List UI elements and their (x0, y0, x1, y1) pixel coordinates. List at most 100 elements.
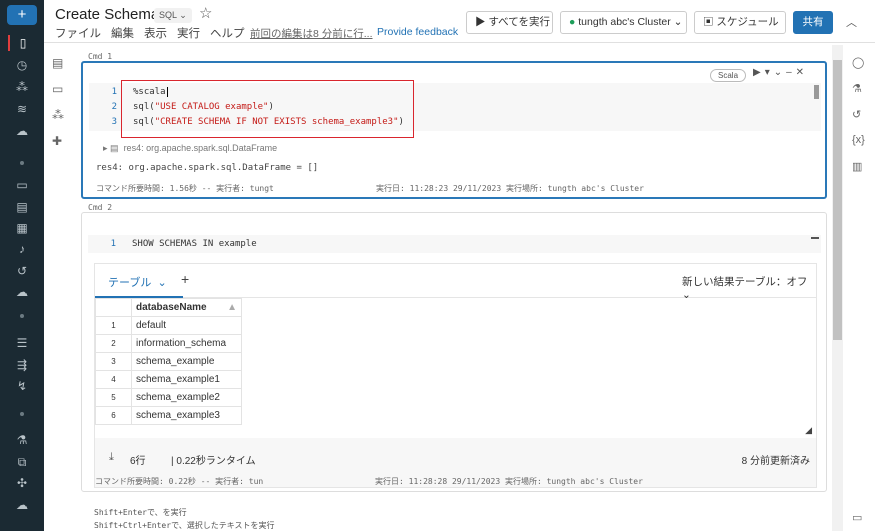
updated-time: 8 分前更新済み (741, 456, 810, 467)
sort-icon[interactable]: ▲ (227, 302, 237, 313)
table-row: 1 default (95, 316, 242, 335)
play-icon: ▶ (475, 16, 486, 28)
catalog-icon[interactable]: ≋ (12, 101, 32, 117)
cell-menu-chevron-icon[interactable]: ⌄ (774, 67, 786, 78)
panel-icon[interactable]: ▭ (852, 511, 862, 524)
row-index: 1 (95, 316, 132, 335)
command-duration: コマンド所要時間: 1.56秒 -- 実行者: tungt (96, 184, 274, 193)
execution-info: 実行日: 11:28:28 29/11/2023 実行場所: tungth ab… (375, 477, 643, 486)
code-editor[interactable]: 1 SHOW SCHEMAS IN example (88, 235, 821, 253)
app-sidebar: + ▯ ◷ ⁂ ≋ ☁ ▭ ▤ ▦ ♪ ↺ ☁ ☰ ⇶ ↯ ⚗ ⧉ ✣ ☁ (0, 0, 44, 531)
serving-icon[interactable]: ☁ (12, 497, 32, 513)
notebook-cell-1[interactable]: Scala ▶▾⌄–✕ 123 %scala sql("USE CATALOG … (81, 61, 827, 199)
menu-run[interactable]: 実行 (177, 25, 200, 41)
table-cell: schema_example3 (131, 406, 242, 425)
last-edit-link[interactable]: 前回の編集は8 分前に行... (250, 26, 373, 41)
highlight-box (121, 80, 414, 138)
schedule-button[interactable]: ▣ スケジュール (694, 11, 786, 34)
result-summary[interactable]: ▸ ▤ res4: org.apache.spark.sql.DataFrame (103, 143, 277, 154)
data-icon[interactable]: ⁂ (52, 108, 64, 122)
resize-handle-icon[interactable]: ◢ (805, 425, 812, 436)
shortcut-hint: Shift+Enterで、を実行 (94, 508, 187, 517)
history-icon[interactable]: ↺ (12, 263, 32, 279)
table-row: 6 schema_example3 (95, 406, 242, 425)
warehouses-icon[interactable]: ☁ (12, 284, 32, 300)
result-summary-text: res4: org.apache.spark.sql.DataFrame (123, 143, 278, 153)
recents-clock-icon[interactable]: ◷ (12, 57, 32, 73)
editor-scrollbar[interactable] (814, 85, 819, 99)
separator-dot-icon (20, 161, 24, 165)
queries-icon[interactable]: ▤ (12, 199, 32, 215)
table-of-contents-icon[interactable]: ▤ (52, 56, 63, 70)
revision-history-icon[interactable]: ↺ (852, 108, 861, 121)
ingestion-icon[interactable]: ↯ (12, 378, 32, 394)
cell-output: res4: org.apache.spark.sql.DataFrame = [… (96, 163, 319, 173)
experiments-icon[interactable]: ⚗ (12, 432, 32, 448)
models-icon[interactable]: ✣ (12, 475, 32, 491)
menu-edit[interactable]: 編集 (111, 25, 134, 41)
close-icon[interactable]: ✕ (796, 67, 808, 78)
dashboards-icon[interactable]: ▦ (12, 220, 32, 236)
workflows-icon[interactable]: ☰ (12, 335, 32, 351)
menu-help[interactable]: ヘルプ (210, 25, 245, 41)
cloud-icon[interactable]: ☁ (12, 123, 32, 139)
table-row: 2 information_schema (95, 334, 242, 353)
add-comment-icon[interactable]: ✚ (52, 134, 62, 148)
language-label: SQL (159, 10, 177, 20)
table-row: 5 schema_example2 (95, 388, 242, 407)
scrollbar-thumb[interactable] (833, 60, 842, 340)
workspace-icon[interactable]: ⁂ (12, 79, 32, 95)
experiment-icon[interactable]: ⚗ (852, 82, 862, 95)
runtime: | 0.22秒ランタイム (171, 456, 256, 467)
table-cell: information_schema (131, 334, 242, 353)
share-button[interactable]: 共有 (793, 11, 833, 34)
header-divider (44, 42, 875, 43)
comments-icon[interactable]: ◯ (852, 56, 864, 69)
new-plus-icon[interactable]: + (7, 5, 37, 25)
variables-icon[interactable]: {x} (852, 134, 865, 146)
separator-dot-icon (20, 314, 24, 318)
separator-dot-icon (20, 412, 24, 416)
folder-icon[interactable]: ▭ (52, 82, 63, 96)
sql-editor-icon[interactable]: ▭ (12, 177, 32, 193)
alerts-bell-icon[interactable]: ♪ (12, 241, 32, 257)
menu-view[interactable]: 表示 (144, 25, 167, 41)
execution-info: 実行日: 11:28:23 29/11/2023 実行場所: tungth ab… (376, 184, 644, 193)
download-icon[interactable]: ⤓ (109, 451, 114, 464)
new-result-table-toggle[interactable]: 新しい結果テーブル：オフ ⌄ (682, 274, 816, 301)
cell-label: Cmd 2 (88, 203, 113, 212)
table-row: 3 schema_example (95, 352, 242, 371)
features-icon[interactable]: ⧉ (12, 454, 32, 470)
run-cell-icon[interactable]: ▶▾ (753, 67, 774, 78)
minimize-icon[interactable]: – (786, 67, 796, 78)
cluster-status-dot-icon: ● (569, 16, 576, 28)
language-selector[interactable]: SQL ⌄ (154, 8, 192, 23)
menu-file[interactable]: ファイル (55, 25, 101, 41)
table-cell: default (131, 316, 242, 335)
table-row: 4 schema_example1 (95, 370, 242, 389)
collapse-header-chevron-icon[interactable]: ︿ (846, 14, 857, 30)
chart-icon[interactable]: ▥ (852, 160, 862, 173)
column-header-label: databaseName (136, 302, 207, 313)
pipelines-icon[interactable]: ⇶ (12, 357, 32, 373)
language-badge[interactable]: Scala (710, 69, 747, 82)
notebook-title[interactable]: Create Schema (55, 6, 159, 23)
notebook-cell-2[interactable]: 1 SHOW SCHEMAS IN example テーブル ⌄ + 新しい結果… (81, 212, 827, 492)
tab-table[interactable]: テーブル ⌄ (108, 274, 167, 290)
notebook-icon[interactable]: ▯ (8, 35, 36, 51)
favorite-star-icon[interactable]: ☆ (199, 4, 212, 22)
column-header[interactable]: databaseName ▲ (131, 298, 242, 317)
row-index: 5 (95, 388, 132, 407)
add-tab-button[interactable]: + (181, 271, 189, 287)
run-all-button[interactable]: ▶ すべてを実行 (466, 11, 553, 34)
row-index: 6 (95, 406, 132, 425)
provide-feedback-link[interactable]: Provide feedback (377, 26, 458, 38)
row-index: 3 (95, 352, 132, 371)
shortcut-hint: Shift+Ctrl+Enterで、選択したテキストを実行 (94, 521, 275, 530)
menu-bar: ファイル 編集 表示 実行 ヘルプ (55, 25, 245, 41)
editor-scrollbar[interactable] (811, 237, 819, 239)
calendar-icon: ▣ (703, 16, 714, 28)
command-duration: コマンド所要時間: 0.22秒 -- 実行者: tun (95, 477, 264, 486)
cluster-selector[interactable]: ● tungth abc's Cluster ⌄ (560, 11, 687, 34)
code-line: SHOW SCHEMAS IN example (132, 239, 257, 249)
